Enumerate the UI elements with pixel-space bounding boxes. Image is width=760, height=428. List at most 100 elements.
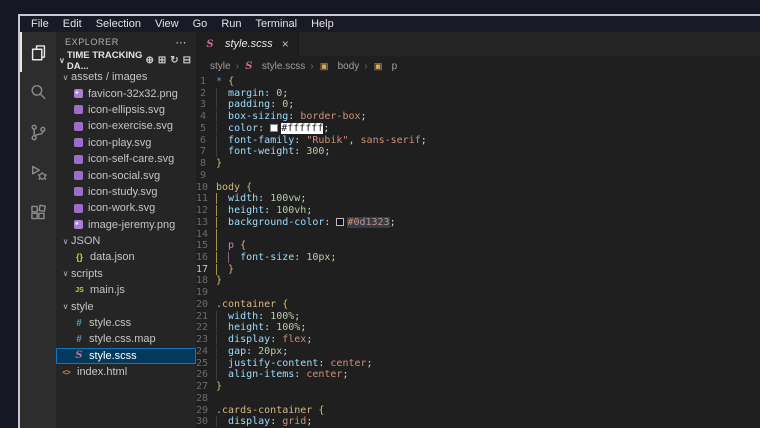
tree-file-icon-play-svg[interactable]: icon-play.svg <box>56 135 196 151</box>
activity-run-debug[interactable] <box>20 152 56 192</box>
line-number: 28 <box>196 393 216 405</box>
menu-run[interactable]: Run <box>214 16 248 32</box>
menu-file[interactable]: File <box>24 16 56 32</box>
line-number: 26 <box>196 369 216 381</box>
breadcrumb-label: style.scss <box>262 61 305 72</box>
code-line: 9 <box>196 170 760 182</box>
code-line: 11 width: 100vw; <box>196 193 760 205</box>
search-icon <box>28 82 49 103</box>
code-editor[interactable]: 1* {2 margin: 0;3 padding: 0;4 box-sizin… <box>196 76 760 428</box>
code-line-text: } <box>216 381 222 393</box>
chevron-down-icon: ∨ <box>60 269 71 278</box>
activity-source-control[interactable] <box>20 112 56 152</box>
menu-view[interactable]: View <box>148 16 186 32</box>
code-line-text: padding: 0; <box>216 99 294 111</box>
menu-edit[interactable]: Edit <box>56 16 89 32</box>
activity-search[interactable] <box>20 72 56 112</box>
tree-item-label: icon-exercise.svg <box>88 120 173 132</box>
code-line: 26 align-items: center; <box>196 369 760 381</box>
tree-file-data-json[interactable]: {} data.json <box>56 249 196 265</box>
close-icon[interactable]: × <box>282 37 289 51</box>
tree-file-icon-exercise-svg[interactable]: icon-exercise.svg <box>56 118 196 134</box>
scss-file-icon: S <box>74 350 84 361</box>
tree-file-icon-ellipsis-svg[interactable]: icon-ellipsis.svg <box>56 102 196 118</box>
breadcrumb: style›Sstyle.scss›▣body›▣p <box>196 56 760 76</box>
code-line: 8} <box>196 158 760 170</box>
tree-file-style-css-map[interactable]: #style.css.map <box>56 331 196 347</box>
collapse-all-icon[interactable]: ⊟ <box>183 55 191 66</box>
tree-file-icon-social-svg[interactable]: icon-social.svg <box>56 167 196 183</box>
menu-selection[interactable]: Selection <box>89 16 148 32</box>
svg-file-icon <box>74 171 83 180</box>
code-line-text: } <box>216 158 222 170</box>
code-line: 1* { <box>196 76 760 88</box>
tree-file-icon-work-svg[interactable]: icon-work.svg <box>56 200 196 216</box>
symbol-icon: ▣ <box>319 61 330 72</box>
tree-folder-assets-images[interactable]: ∨assets / images <box>56 69 196 85</box>
menu-terminal[interactable]: Terminal <box>249 16 305 32</box>
line-number: 9 <box>196 170 216 182</box>
svg-file-icon <box>74 204 83 213</box>
refresh-icon[interactable]: ↻ <box>170 55 178 66</box>
line-number: 30 <box>196 416 216 428</box>
tree-item-label: assets / images <box>71 71 147 83</box>
line-number: 1 <box>196 76 216 88</box>
tree-item-label: data.json <box>90 251 135 263</box>
file-tree: ∨assets / imagesfavicon-32x32.pngicon-el… <box>56 69 196 428</box>
tree-item-label: index.html <box>77 366 127 378</box>
tree-file-favicon-32x32-png[interactable]: favicon-32x32.png <box>56 85 196 101</box>
chevron-down-icon: ∨ <box>60 73 71 82</box>
svg-file-icon <box>74 155 83 164</box>
code-line-text: body { <box>216 182 252 194</box>
activity-extensions[interactable] <box>20 192 56 232</box>
json-file-icon: {} <box>74 252 85 262</box>
color-swatch-icon <box>336 218 344 226</box>
tree-folder-scripts[interactable]: ∨scripts <box>56 266 196 282</box>
tree-folder-style[interactable]: ∨style <box>56 298 196 314</box>
code-line: 27} <box>196 381 760 393</box>
css-file-icon: # <box>74 318 84 329</box>
menu-go[interactable]: Go <box>186 16 215 32</box>
code-line: 20.container { <box>196 299 760 311</box>
tree-file-icon-self-care-svg[interactable]: icon-self-care.svg <box>56 151 196 167</box>
code-line-text: background-color: #0d1323; <box>216 217 396 229</box>
code-line-text: .cards-container { <box>216 405 324 417</box>
line-number: 3 <box>196 99 216 111</box>
tree-file-style-css[interactable]: #style.css <box>56 315 196 331</box>
new-file-icon[interactable]: ⊕ <box>145 55 153 66</box>
activity-explorer[interactable] <box>20 32 56 72</box>
code-line-text: box-sizing: border-box; <box>216 111 367 123</box>
code-line: 6 font-family: "Rubik", sans-serif; <box>196 135 760 147</box>
line-number: 5 <box>196 123 216 135</box>
explorer-section-header[interactable]: ∨ TIME TRACKING DA... ⊕⊞↻⊟ <box>56 52 196 69</box>
tree-file-image-jeremy-png[interactable]: image-jeremy.png <box>56 217 196 233</box>
code-line-text: height: 100%; <box>216 322 306 334</box>
code-line-text: display: grid; <box>216 416 312 428</box>
breadcrumb-item-body[interactable]: ▣body <box>319 61 360 72</box>
code-line-text: font-weight: 300; <box>216 146 330 158</box>
tree-file-icon-study-svg[interactable]: icon-study.svg <box>56 184 196 200</box>
breadcrumb-item-style-scss[interactable]: Sstyle.scss <box>244 61 305 72</box>
code-line-text: width: 100%; <box>216 311 300 323</box>
tree-file-style-scss[interactable]: Sstyle.scss <box>56 348 196 364</box>
menu-help[interactable]: Help <box>304 16 341 32</box>
extensions-icon <box>28 202 49 223</box>
tree-file-main-js[interactable]: JSmain.js <box>56 282 196 298</box>
image-file-icon <box>74 89 83 98</box>
tree-item-label: style <box>71 301 94 313</box>
code-line: 2 margin: 0; <box>196 88 760 100</box>
line-number: 22 <box>196 322 216 334</box>
line-number: 6 <box>196 135 216 147</box>
new-folder-icon[interactable]: ⊞ <box>158 55 166 66</box>
tree-folder-json[interactable]: ∨JSON <box>56 233 196 249</box>
ellipsis-icon[interactable]: ⋯ <box>175 36 187 49</box>
tree-file-index-html[interactable]: <>index.html <box>56 364 196 380</box>
breadcrumb-item-style[interactable]: style <box>210 61 231 72</box>
image-file-icon <box>74 220 83 229</box>
code-line: 14 <box>196 229 760 241</box>
scss-file-icon: S <box>205 39 215 50</box>
breadcrumb-item-p[interactable]: ▣p <box>373 61 398 72</box>
tab-style-scss[interactable]: S style.scss × <box>196 32 299 56</box>
breadcrumb-label: p <box>392 61 398 72</box>
line-number: 25 <box>196 358 216 370</box>
